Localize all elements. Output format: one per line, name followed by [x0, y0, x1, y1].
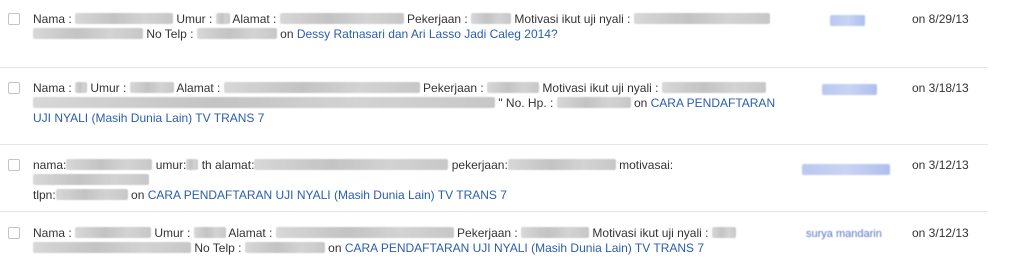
- redacted-address: [275, 227, 454, 238]
- comment-row: Nama : Umur : Alamat : Pekerjaan : Motiv…: [0, 10, 988, 68]
- redacted-phone: [196, 28, 277, 39]
- row-checkbox[interactable]: [8, 159, 20, 171]
- redacted-motivation: [711, 227, 736, 238]
- label-phone: No Telp :: [191, 241, 245, 255]
- author-link[interactable]: [800, 84, 895, 95]
- label-nama: Nama :: [33, 226, 76, 240]
- comment-text: Nama : Umur : Alamat : Pekerjaan : Motiv…: [33, 12, 785, 42]
- redacted-age: [215, 13, 230, 24]
- label-motivasi: motivasai:: [615, 158, 674, 172]
- author-link[interactable]: [800, 15, 895, 26]
- redacted-job: [471, 13, 512, 24]
- label-on: on: [127, 188, 148, 202]
- label-pekerjaan: Pekerjaan :: [453, 226, 522, 240]
- post-link[interactable]: CARA PENDAFTARAN UJI NYALI (Masih Dunia …: [148, 188, 507, 202]
- label-on: on: [630, 96, 651, 110]
- label-alamat: Alamat :: [225, 226, 276, 240]
- comment-row: nama: umur: th alamat: pekerjaan: motiva…: [0, 156, 988, 212]
- author-name: surya mandarin: [806, 228, 882, 240]
- label-alamat: Alamat :: [173, 81, 224, 95]
- author-link[interactable]: surya mandarin: [800, 228, 895, 241]
- redacted-author: [822, 84, 877, 95]
- comment-text: Nama : Umur : Alamat : Pekerjaan : Motiv…: [33, 226, 785, 256]
- redacted-phone: [244, 242, 325, 253]
- label-motivasi: Motivasi ikut uji nyali :: [589, 226, 712, 240]
- label-umur: umur:: [152, 158, 187, 172]
- redacted-motivation-cont: [33, 242, 191, 253]
- comment-date: on 3/12/13: [912, 158, 969, 172]
- comment-text: Nama : Umur : Alamat : Pekerjaan : Motiv…: [33, 81, 785, 126]
- redacted-age: [186, 159, 199, 170]
- comment-text: nama: umur: th alamat: pekerjaan: motiva…: [33, 158, 785, 203]
- redacted-job: [487, 82, 540, 93]
- comment-date: on 3/12/13: [912, 226, 969, 240]
- redacted-phone: [556, 97, 631, 108]
- redacted-phone: [55, 189, 128, 200]
- label-on: on: [324, 241, 345, 255]
- label-pekerjaan: Pekerjaan :: [419, 81, 488, 95]
- label-alamat: th alamat:: [198, 158, 255, 172]
- label-alamat: Alamat :: [229, 12, 280, 26]
- label-nama: Nama :: [33, 12, 76, 26]
- label-pekerjaan: Pekerjaan :: [403, 12, 472, 26]
- comment-list: Nama : Umur : Alamat : Pekerjaan : Motiv…: [0, 0, 1024, 275]
- label-nama: Nama :: [33, 81, 76, 95]
- author-link[interactable]: [800, 164, 895, 175]
- redacted-age: [193, 227, 226, 238]
- redacted-job: [507, 159, 616, 170]
- row-checkbox[interactable]: [8, 227, 20, 239]
- label-motivasi: Motivasi ikut uji nyali :: [511, 12, 634, 26]
- redacted-motivation-cont: [33, 97, 495, 108]
- redacted-motivation: [33, 174, 149, 185]
- redacted-motivation: [633, 13, 770, 24]
- redacted-job: [521, 227, 590, 238]
- redacted-address: [279, 13, 404, 24]
- comment-row: Nama : Umur : Alamat : Pekerjaan : Motiv…: [0, 224, 988, 275]
- label-umur: Umur :: [151, 226, 194, 240]
- comment-date: on 8/29/13: [912, 12, 969, 26]
- label-nama: nama:: [33, 158, 67, 172]
- redacted-name: [75, 13, 174, 24]
- redacted-author: [830, 15, 865, 26]
- redacted-name: [75, 82, 88, 93]
- redacted-motivation: [661, 82, 766, 93]
- label-umur: Umur :: [173, 12, 216, 26]
- redacted-name: [75, 227, 152, 238]
- redacted-age: [129, 82, 174, 93]
- row-checkbox[interactable]: [8, 13, 20, 25]
- post-link[interactable]: Dessy Ratnasari dan Ari Lasso Jadi Caleg…: [297, 27, 558, 41]
- redacted-address: [254, 159, 449, 170]
- label-pekerjaan: pekerjaan:: [448, 158, 508, 172]
- comment-date: on 3/18/13: [912, 81, 969, 95]
- label-umur: Umur :: [87, 81, 130, 95]
- redacted-address: [223, 82, 420, 93]
- redacted-name: [66, 159, 153, 170]
- label-motivasi: Motivasi ikut uji nyali :: [539, 81, 662, 95]
- label-phone: " No. Hp. :: [495, 96, 557, 110]
- redacted-motivation-cont: [33, 28, 143, 39]
- comment-row: Nama : Umur : Alamat : Pekerjaan : Motiv…: [0, 79, 988, 145]
- redacted-author: [802, 164, 890, 175]
- label-phone: No Telp :: [143, 27, 197, 41]
- post-link[interactable]: CARA PENDAFTARAN UJI NYALI (Masih Dunia …: [345, 241, 704, 255]
- label-phone: tlpn:: [33, 188, 56, 202]
- label-on: on: [276, 27, 297, 41]
- row-checkbox[interactable]: [8, 82, 20, 94]
